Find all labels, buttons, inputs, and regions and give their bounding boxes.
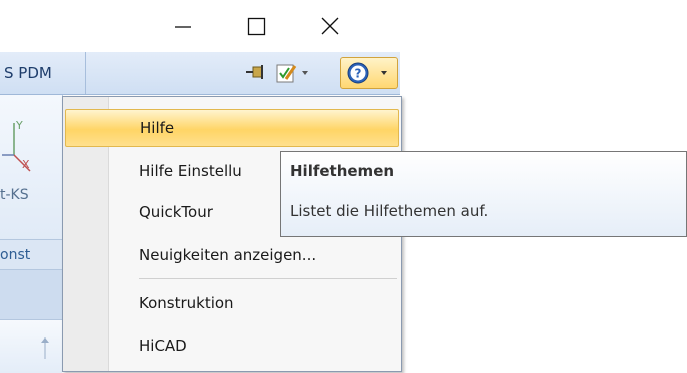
menu-separator	[139, 278, 397, 279]
menu-item-hicad[interactable]: HiCAD	[65, 327, 399, 365]
edit-checklist-button[interactable]	[274, 61, 312, 85]
title-bar	[0, 0, 687, 52]
svg-text:?: ?	[355, 67, 362, 81]
pin-icon	[246, 65, 263, 79]
ribbon-bottom-panel	[0, 319, 62, 373]
help-dropdown-button[interactable]: ?	[340, 57, 398, 89]
menu-item-hilfe[interactable]: Hilfe	[65, 109, 399, 147]
help-icon: ?	[347, 62, 387, 84]
minimize-button[interactable]	[160, 6, 206, 46]
close-button[interactable]	[307, 6, 353, 46]
minimize-icon	[175, 26, 191, 28]
tooltip-title: Hilfethemen	[290, 162, 395, 180]
scroll-grip-icon[interactable]	[38, 333, 52, 363]
pin-button[interactable]	[244, 61, 266, 85]
ribbon-tab-strip: S PDM ?	[0, 52, 400, 95]
close-icon	[321, 17, 339, 35]
tab-pdm[interactable]: S PDM	[0, 52, 86, 94]
svg-text:Y: Y	[15, 119, 23, 132]
menu-item-neuigkeiten[interactable]: Neuigkeiten anzeigen...	[65, 236, 399, 274]
tooltip-description: Listet die Hilfethemen auf.	[290, 202, 489, 220]
ks-label: t-KS	[0, 187, 29, 203]
coordinate-system-icon: Y X	[2, 119, 31, 172]
maximize-button[interactable]	[233, 6, 279, 46]
edit-checklist-icon	[276, 64, 308, 83]
ribbon-lower-band	[0, 269, 62, 320]
ribbon-group-label: onst	[0, 239, 62, 270]
menu-item-konstruktion[interactable]: Konstruktion	[65, 284, 399, 322]
svg-text:X: X	[22, 158, 30, 171]
maximize-icon	[247, 17, 266, 36]
tooltip: Hilfethemen Listet die Hilfethemen auf.	[280, 151, 687, 237]
